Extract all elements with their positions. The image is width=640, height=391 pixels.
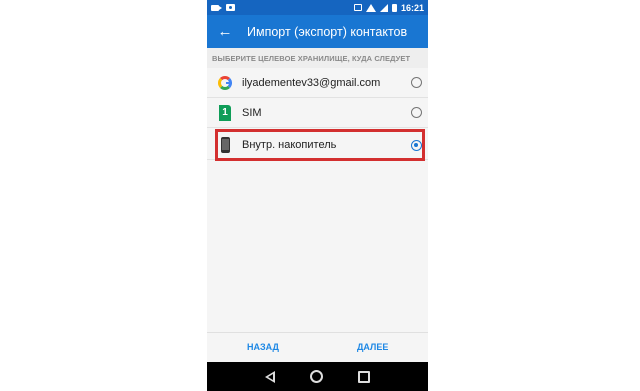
next-button[interactable]: ДАЛЕЕ (357, 342, 388, 352)
dialog-footer: НАЗАД ДАЛЕЕ (207, 332, 428, 363)
wifi-icon (365, 3, 376, 12)
subheader: ВЫБЕРИТЕ ЦЕЛЕВОЕ ХРАНИЛИЩЕ, КУДА СЛЕДУЕТ (207, 48, 428, 68)
highlight-frame (215, 129, 425, 161)
phone-screen: 16:21 ← Импорт (экспорт) контактов ВЫБЕР… (207, 0, 428, 391)
google-icon (218, 75, 232, 90)
navigation-bar (207, 362, 428, 391)
status-bar: 16:21 (207, 0, 428, 15)
nav-back-icon[interactable] (264, 370, 275, 383)
video-icon (211, 4, 222, 11)
nav-recents-icon[interactable] (358, 370, 371, 383)
list-item-google-account[interactable]: ilyadementev33@gmail.com (207, 68, 428, 98)
sim-icon-wrap: 1 (217, 104, 233, 121)
page-title: Импорт (экспорт) контактов (247, 24, 408, 39)
list-item-sim[interactable]: 1 SIM (207, 98, 428, 128)
sim-icon: 1 (219, 104, 231, 121)
status-right: 16:21 (353, 2, 424, 13)
status-time: 16:21 (400, 2, 424, 13)
signal-icon (379, 3, 388, 12)
battery-icon (391, 3, 397, 12)
list-item-label: SIM (242, 106, 262, 119)
status-left (211, 4, 235, 11)
cast-icon (353, 4, 362, 11)
app-bar: ← Импорт (экспорт) контактов (207, 15, 428, 48)
back-button[interactable]: НАЗАД (247, 342, 279, 352)
google-icon-wrap (217, 75, 233, 91)
nav-home-icon[interactable] (309, 370, 323, 383)
radio-button[interactable] (411, 107, 422, 118)
list-item-label: ilyadementev33@gmail.com (242, 76, 381, 89)
radio-button[interactable] (411, 77, 422, 88)
camera-icon (226, 4, 235, 11)
back-arrow-icon[interactable]: ← (213, 20, 237, 44)
